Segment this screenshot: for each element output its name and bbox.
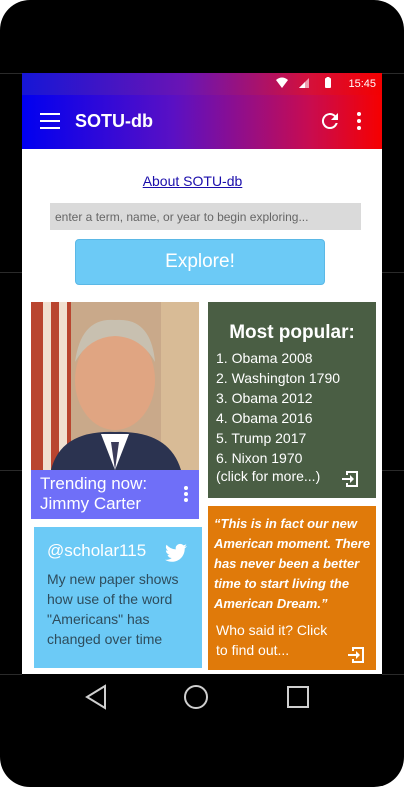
signal-icon — [299, 78, 309, 88]
quote-prompt[interactable]: Who said it? Click to find out... — [216, 620, 336, 660]
more-vert-icon[interactable] — [183, 485, 189, 503]
list-item[interactable]: 4. Obama 2016 — [216, 408, 340, 428]
hamburger-menu-icon[interactable] — [40, 113, 62, 131]
list-item[interactable]: 5. Trump 2017 — [216, 428, 340, 448]
explore-button[interactable]: Explore! — [75, 239, 325, 285]
frame-divider — [382, 272, 404, 273]
more-vert-icon[interactable] — [352, 109, 366, 133]
about-link[interactable]: About SOTU-db — [22, 173, 363, 189]
trending-banner: Trending now: Jimmy Carter — [31, 470, 199, 519]
back-triangle-icon[interactable] — [84, 684, 108, 710]
search-input[interactable] — [50, 203, 361, 230]
app-title: SOTU-db — [75, 111, 153, 131]
phone-frame: 15:45 SOTU-db About SOTU-db Explore! — [0, 0, 404, 787]
twitter-bird-icon — [165, 543, 187, 562]
scholar-tile[interactable]: @scholar115 My new paper shows how use o… — [34, 527, 202, 668]
wifi-icon — [276, 77, 288, 88]
frame-divider — [0, 73, 22, 74]
enter-icon[interactable] — [340, 469, 360, 489]
trending-tile[interactable]: Trending now: Jimmy Carter — [31, 302, 199, 519]
frame-divider — [382, 674, 404, 675]
scholar-text: My new paper shows how use of the word "… — [47, 571, 179, 647]
status-bar: 15:45 — [22, 73, 382, 95]
quote-tile[interactable]: “This is in fact our new American moment… — [208, 506, 376, 670]
more-link[interactable]: (click for more...) — [216, 468, 320, 484]
popular-list: 1. Obama 2008 2. Washington 1790 3. Obam… — [216, 348, 340, 468]
frame-divider — [382, 470, 404, 471]
app-toolbar: SOTU-db — [22, 95, 382, 149]
trending-label: Trending now: Jimmy Carter — [40, 474, 148, 513]
list-item[interactable]: 3. Obama 2012 — [216, 388, 340, 408]
frame-divider — [0, 470, 22, 471]
most-popular-title: Most popular: — [229, 322, 355, 343]
frame-divider — [0, 272, 22, 273]
status-time: 15:45 — [348, 78, 376, 90]
system-nav-bar — [22, 674, 382, 722]
home-circle-icon[interactable] — [183, 684, 209, 710]
portrait-image — [31, 302, 199, 470]
battery-icon — [325, 77, 331, 88]
quote-text: “This is in fact our new American moment… — [214, 516, 371, 611]
frame-divider — [0, 674, 22, 675]
frame-divider — [382, 73, 404, 74]
most-popular-tile[interactable]: Most popular: 1. Obama 2008 2. Washingto… — [208, 302, 376, 498]
list-item[interactable]: 2. Washington 1790 — [216, 368, 340, 388]
refresh-icon[interactable] — [318, 109, 342, 133]
recent-apps-icon[interactable] — [287, 686, 309, 708]
scholar-handle: @scholar115 — [47, 541, 147, 560]
list-item[interactable]: 6. Nixon 1970 — [216, 448, 340, 468]
list-item[interactable]: 1. Obama 2008 — [216, 348, 340, 368]
app-screen: 15:45 SOTU-db About SOTU-db Explore! — [22, 73, 382, 674]
enter-icon[interactable] — [346, 645, 366, 665]
